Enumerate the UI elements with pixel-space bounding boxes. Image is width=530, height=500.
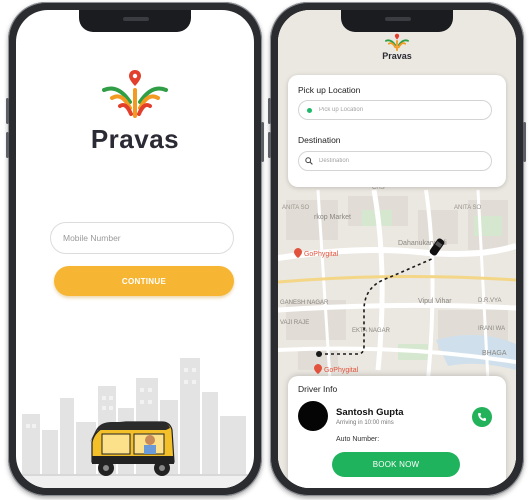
city-skyline-illustration [16, 358, 254, 488]
power-button [261, 122, 264, 162]
continue-button[interactable]: CONTINUE [54, 266, 234, 296]
call-driver-button[interactable] [472, 407, 492, 427]
pickup-label: Pick up Location [298, 85, 361, 95]
driver-eta: Arriving in 10:00 mins [336, 420, 394, 426]
volume-up-button [6, 98, 9, 124]
notch [341, 10, 453, 32]
brand-name: Pravas [382, 51, 412, 61]
phone-frame-login: Pravas CONTINUE [6, 2, 264, 496]
volume-down-button [6, 132, 9, 158]
book-now-button[interactable]: BOOK NOW [332, 452, 460, 477]
phone-frame-booking: ANITA SO CHS ANITA SO rkop Market Dahanu… [268, 2, 526, 496]
car-icon [429, 238, 445, 256]
speaker [123, 17, 149, 21]
auto-number-label: Auto Number: [336, 436, 380, 443]
driver-info-card: Driver Info Santosh Gupta Arriving in 10… [288, 376, 506, 488]
login-screen: Pravas CONTINUE [16, 10, 254, 488]
pickup-dot-icon [307, 108, 312, 113]
booking-screen: ANITA SO CHS ANITA SO rkop Market Dahanu… [278, 10, 516, 488]
notch [79, 10, 191, 32]
brand-name: Pravas [90, 124, 180, 154]
mobile-number-input[interactable] [50, 222, 234, 254]
destination-input[interactable] [298, 151, 492, 171]
pickup-location-input[interactable] [298, 100, 492, 120]
pravas-logo-icon [102, 70, 168, 118]
mockup-stage: Pravas CONTINUE [0, 0, 530, 500]
pravas-logo-icon [385, 33, 409, 52]
volume-down-button [268, 132, 271, 158]
speaker [385, 17, 411, 21]
driver-info-title: Driver Info [298, 384, 338, 394]
driver-name: Santosh Gupta [336, 407, 404, 418]
power-button [523, 122, 526, 162]
volume-up-button [268, 98, 271, 124]
phone-icon [478, 413, 486, 421]
destination-label: Destination [298, 135, 341, 145]
city-auto-illustration [16, 338, 254, 488]
search-icon [305, 157, 313, 165]
driver-avatar [298, 401, 328, 431]
location-search-card: Pick up Location Destination [288, 75, 506, 187]
